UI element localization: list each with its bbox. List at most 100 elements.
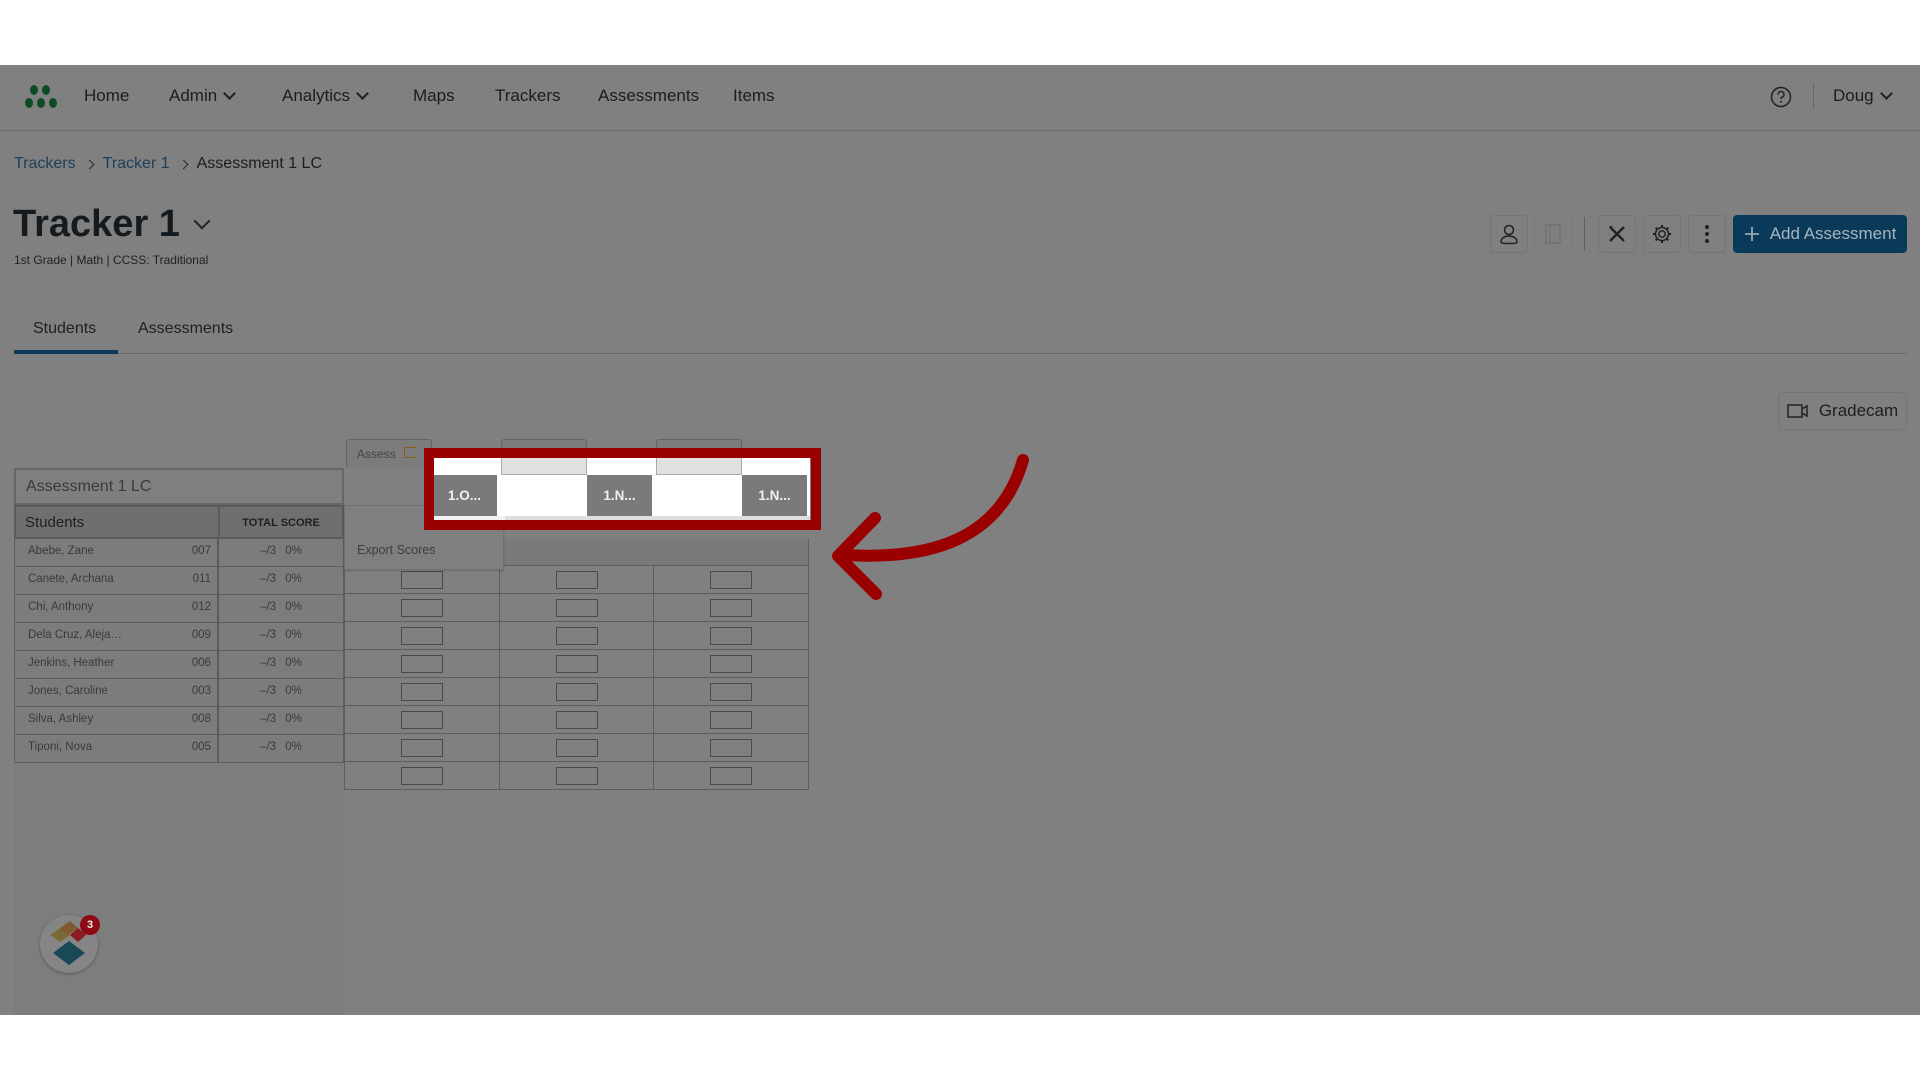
nav-items[interactable]: Items	[733, 86, 775, 106]
score-row	[344, 622, 810, 650]
export-scores-item[interactable]: Export Scores	[357, 543, 436, 557]
students-column-header[interactable]: Students	[16, 507, 220, 537]
tracker-title-dropdown[interactable]: Tracker 1	[13, 203, 211, 246]
tools-icon	[1609, 226, 1625, 242]
tab-assessments[interactable]: Assessments	[138, 320, 233, 338]
student-name: Tiponi, Nova	[28, 741, 93, 753]
score-cell	[344, 622, 500, 649]
score-input[interactable]	[555, 766, 598, 785]
total-score-column-header[interactable]: TOTAL SCORE	[220, 507, 342, 537]
student-name: Abebe, Zane	[28, 545, 94, 557]
score-value: –/3	[260, 657, 277, 669]
score-input[interactable]	[400, 570, 443, 589]
score-input[interactable]	[710, 570, 753, 589]
score-input[interactable]	[555, 738, 598, 757]
notebook-icon	[1545, 224, 1561, 244]
score-input[interactable]	[555, 626, 598, 645]
notebook-button[interactable]	[1534, 215, 1572, 253]
score-cell	[654, 762, 810, 789]
score-input[interactable]	[710, 766, 753, 785]
score-row	[344, 678, 810, 706]
add-assessment-button[interactable]: Add Assessment	[1733, 215, 1907, 253]
nav-home[interactable]: Home	[84, 86, 129, 106]
breadcrumb-tracker-1[interactable]: Tracker 1	[103, 155, 170, 173]
score-input[interactable]	[400, 626, 443, 645]
score-input[interactable]	[710, 710, 753, 729]
nav-maps[interactable]: Maps	[413, 86, 455, 106]
tools-button[interactable]	[1598, 215, 1636, 253]
tab-students[interactable]: Students	[33, 320, 96, 338]
breadcrumb: Trackers Tracker 1 Assessment 1 LC	[14, 155, 322, 173]
score-input[interactable]	[400, 710, 443, 729]
student-name: Chi, Anthony	[28, 601, 94, 613]
score-cell	[500, 678, 655, 705]
score-value: –/3	[260, 601, 277, 613]
score-percent: 0%	[285, 601, 302, 613]
student-row[interactable]: Jenkins, Heather 006 –/3 0%	[14, 651, 344, 679]
total-score: –/3 0%	[219, 651, 343, 678]
assessment-name: Assessment 1 LC	[14, 468, 344, 505]
student-name: Jenkins, Heather	[28, 657, 115, 669]
tracker-subtitle: 1st Grade | Math | CCSS: Traditional	[14, 253, 209, 267]
score-percent: 0%	[285, 657, 302, 669]
gear-icon	[1653, 225, 1671, 243]
total-score: –/3 0%	[219, 623, 343, 650]
score-percent: 0%	[285, 685, 302, 697]
student-row[interactable]: Jones, Caroline 003 –/3 0%	[14, 679, 344, 707]
score-input[interactable]	[710, 682, 753, 701]
score-input[interactable]	[710, 654, 753, 673]
student-row[interactable]: Canete, Archana 011 –/3 0%	[14, 567, 344, 595]
export-icon	[403, 447, 416, 458]
score-percent: 0%	[285, 629, 302, 641]
app-logo[interactable]	[25, 85, 63, 111]
assess-tab-label: Assess	[357, 447, 396, 461]
breadcrumb-trackers[interactable]: Trackers	[14, 155, 76, 173]
score-cell	[654, 622, 810, 649]
score-percent: 0%	[285, 741, 302, 753]
score-input[interactable]	[555, 570, 598, 589]
score-input[interactable]	[555, 682, 598, 701]
students-button[interactable]	[1490, 215, 1528, 253]
gradecam-label: Gradecam	[1818, 401, 1899, 420]
student-row[interactable]: Chi, Anthony 012 –/3 0%	[14, 595, 344, 623]
notification-count-badge: 3	[80, 915, 100, 935]
score-input[interactable]	[710, 738, 753, 757]
score-input[interactable]	[400, 682, 443, 701]
nav-label: Analytics	[282, 86, 351, 105]
score-input[interactable]	[555, 710, 598, 729]
score-input[interactable]	[400, 654, 443, 673]
nav-trackers[interactable]: Trackers	[495, 86, 561, 106]
user-menu[interactable]: Doug	[1833, 86, 1893, 106]
score-input[interactable]	[400, 738, 443, 757]
nav-admin[interactable]: Admin	[169, 86, 237, 106]
score-value: –/3	[260, 741, 277, 753]
total-score: –/3 0%	[219, 595, 343, 622]
active-tab-indicator	[14, 350, 118, 354]
score-input[interactable]	[400, 766, 443, 785]
question-circle-icon[interactable]	[1770, 86, 1792, 108]
assess-tab[interactable]: Assess	[346, 439, 432, 468]
chevron-down-icon	[1879, 87, 1893, 100]
chevron-right-icon	[84, 159, 95, 169]
nav-analytics[interactable]: Analytics	[282, 86, 369, 106]
score-cell	[500, 594, 655, 621]
settings-button[interactable]	[1643, 215, 1681, 253]
score-input[interactable]	[555, 598, 598, 617]
student-row[interactable]: Tiponi, Nova 005 –/3 0%	[14, 735, 344, 763]
gradecam-button[interactable]: Gradecam	[1778, 392, 1907, 430]
student-row[interactable]: Abebe, Zane 007 –/3 0%	[14, 539, 344, 567]
score-input[interactable]	[400, 598, 443, 617]
student-row[interactable]: Dela Cruz, Aleja… 009 –/3 0%	[14, 623, 344, 651]
score-value: –/3	[260, 713, 277, 725]
more-options-button[interactable]	[1688, 215, 1726, 253]
score-input[interactable]	[710, 626, 753, 645]
score-row	[344, 734, 810, 762]
student-row[interactable]: Silva, Ashley 008 –/3 0%	[14, 707, 344, 735]
page-title: Tracker 1	[13, 203, 180, 245]
total-score: –/3 0%	[219, 735, 343, 762]
score-input[interactable]	[555, 654, 598, 673]
score-cell	[344, 678, 500, 705]
user-name: Doug	[1833, 86, 1874, 105]
nav-assessments[interactable]: Assessments	[598, 86, 699, 106]
score-input[interactable]	[710, 598, 753, 617]
